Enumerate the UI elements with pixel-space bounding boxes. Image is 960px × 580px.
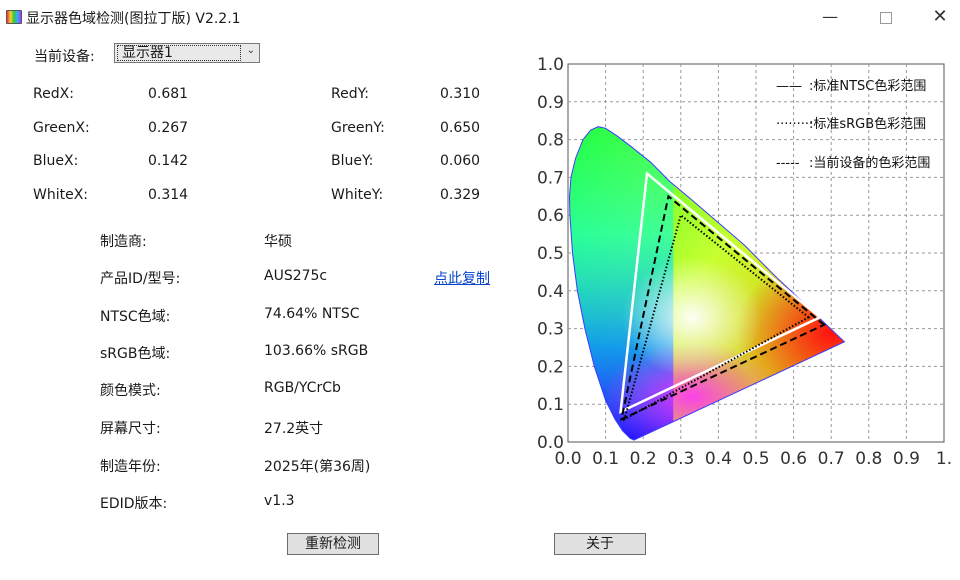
x-tick-label: 0.8	[855, 449, 882, 469]
legend-label: :标准NTSC色彩范围	[809, 78, 926, 94]
x-tick-label: 0.4	[705, 449, 732, 469]
manufacture-year-value: 2025年(第36周)	[264, 459, 371, 475]
screen-size-label: 屏幕尺寸:	[100, 421, 161, 437]
y-tick-label: 0.4	[537, 282, 564, 302]
x-tick-label: 0.1	[592, 449, 619, 469]
redetect-button[interactable]: 重新检测	[287, 533, 379, 555]
product-id-value: AUS275c	[264, 268, 328, 284]
blue-x-label: BlueX:	[33, 153, 79, 169]
green-x-value: 0.267	[148, 120, 189, 136]
srgb-gamut-label: sRGB色域:	[100, 346, 171, 362]
y-tick-label: 0.5	[537, 244, 564, 264]
green-y-label: GreenY:	[331, 120, 385, 136]
ntsc-gamut-value: 74.64% NTSC	[264, 306, 360, 322]
title-bar: 显示器色域检测(图拉丁版) V2.2.1 — ✕	[0, 0, 960, 36]
screen-size-value: 27.2英寸	[264, 421, 324, 437]
legend-label: :标准sRGB色彩范围	[809, 116, 926, 132]
product-id-label: 产品ID/型号:	[100, 271, 181, 287]
srgb-gamut-value: 103.66% sRGB	[264, 343, 369, 359]
x-tick-label: 0.6	[780, 449, 807, 469]
red-x-value: 0.681	[148, 86, 189, 102]
ntsc-gamut-label: NTSC色域:	[100, 309, 171, 325]
app-icon	[6, 10, 22, 24]
device-label: 当前设备:	[34, 49, 95, 65]
legend-sample: ·········	[776, 117, 813, 132]
x-tick-label: 1.	[936, 449, 952, 469]
y-tick-label: 0.0	[537, 433, 564, 453]
edid-version-label: EDID版本:	[100, 496, 168, 512]
chevron-down-icon: ⌄	[246, 45, 255, 56]
red-y-value: 0.310	[440, 86, 481, 102]
copy-link[interactable]: 点此复制	[434, 268, 490, 288]
close-button[interactable]: ✕	[918, 4, 960, 32]
x-tick-label: 0.9	[893, 449, 920, 469]
maximize-icon	[880, 12, 892, 24]
y-tick-label: 0.9	[537, 93, 564, 113]
edid-version-value: v1.3	[264, 493, 295, 509]
legend-sample: ——	[776, 79, 802, 94]
blue-y-label: BlueY:	[331, 153, 374, 169]
red-y-label: RedY:	[331, 86, 370, 102]
y-tick-label: 0.1	[537, 395, 564, 415]
blue-x-value: 0.142	[148, 153, 189, 169]
color-mode-value: RGB/YCrCb	[264, 380, 341, 396]
legend-label: :当前设备的色彩范围	[809, 155, 930, 171]
x-tick-label: 0.7	[818, 449, 845, 469]
y-tick-label: 0.6	[537, 206, 564, 226]
y-tick-label: 0.8	[537, 131, 564, 151]
maximize-button[interactable]	[864, 4, 908, 32]
window-title: 显示器色域检测(图拉丁版) V2.2.1	[26, 11, 241, 27]
y-tick-label: 1.0	[537, 55, 564, 75]
manufacturer-label: 制造商:	[100, 234, 147, 250]
red-x-label: RedX:	[33, 86, 74, 102]
device-select[interactable]: 显示器1 ⌄	[114, 43, 260, 63]
y-tick-label: 0.3	[537, 320, 564, 340]
blue-y-value: 0.060	[440, 153, 481, 169]
minimize-button[interactable]: —	[808, 4, 852, 32]
white-y-label: WhiteY:	[331, 187, 384, 203]
legend-sample: -----	[776, 156, 800, 171]
white-x-label: WhiteX:	[33, 187, 89, 203]
x-tick-label: 0.3	[667, 449, 694, 469]
green-x-label: GreenX:	[33, 120, 90, 136]
device-select-value: 显示器1	[117, 45, 241, 61]
y-tick-label: 0.7	[537, 168, 564, 188]
green-y-value: 0.650	[440, 120, 481, 136]
cie-chromaticity-chart: 0.0 0.1 0.2 0.3 0.4 0.5 0.6 0.7 0.8 0.9 1.0.00.10.…	[537, 55, 952, 469]
color-mode-label: 颜色模式:	[100, 383, 161, 399]
about-button[interactable]: 关于	[554, 533, 646, 555]
x-tick-label: 0.5	[742, 449, 769, 469]
white-y-value: 0.329	[440, 187, 481, 203]
y-tick-label: 0.2	[537, 357, 564, 377]
white-x-value: 0.314	[148, 187, 189, 203]
x-tick-label: 0.2	[630, 449, 657, 469]
manufacturer-value: 华硕	[264, 234, 292, 250]
manufacture-year-label: 制造年份:	[100, 459, 161, 475]
